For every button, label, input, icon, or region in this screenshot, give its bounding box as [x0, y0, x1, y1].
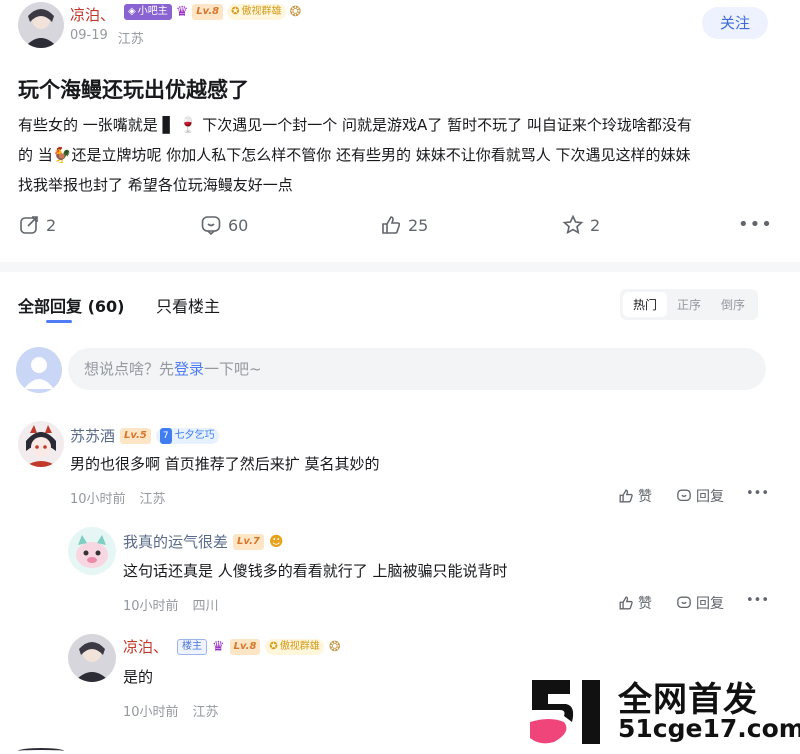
sort-hot[interactable]: 热门	[623, 292, 668, 317]
comment-reply-button[interactable]: 回复	[676, 486, 724, 506]
commenter-avatar[interactable]	[68, 634, 116, 682]
level-badge: Lv.7	[233, 533, 264, 550]
medal-icon: ✪	[231, 6, 240, 17]
next-comment-avatar	[18, 748, 64, 754]
reply-icon	[677, 489, 691, 502]
comment-text: 男的也很多啊 首页推荐了然后来扩 莫名其妙的	[70, 455, 380, 473]
diamond-icon: 7	[159, 427, 172, 444]
host-badge: 楼主	[177, 638, 208, 655]
event-badge: 7 七夕乞巧	[155, 427, 219, 444]
comment-text: 这句话还真是 人傻钱多的看看就行了 上脑被骗只能说背时	[123, 562, 508, 580]
post-content-line: 找我举报也封了 希望各位玩海鳗友好一点	[18, 176, 293, 194]
more-icon[interactable]: •••	[738, 214, 773, 235]
post-meta: 09-19 江苏	[70, 28, 144, 47]
title-badge: ✪ 傲视群雄	[227, 4, 286, 20]
tab-host-only[interactable]: 只看楼主	[156, 293, 220, 317]
watermark-url: 51cge17.com	[618, 714, 800, 743]
post-content-line: 有些女的 一张嘴就是 ▋ 🍷 下次遇见一个封一个 问就是游戏A了 暂时不玩了 叫…	[18, 116, 692, 134]
reply-icon	[677, 596, 691, 609]
tab-all-replies[interactable]: 全部回复 (60)	[18, 293, 124, 317]
comment-time: 10小时前	[123, 599, 179, 614]
sort-switch: 热门 正序 倒序	[620, 289, 759, 320]
comment-meta: 10小时前 江苏	[70, 488, 166, 507]
post-content-line: 的 当🐓还是立牌坊呢 你加人私下怎么样不管你 还有些男的 妹妹不让你看就骂人 下…	[18, 146, 691, 164]
author-name[interactable]: 凉泊、	[70, 4, 115, 25]
comment-button[interactable]: 60	[200, 214, 248, 236]
comment-time: 10小时前	[123, 705, 179, 720]
level-badge: Lv.5	[120, 427, 151, 444]
thumbs-up-icon	[382, 216, 401, 234]
post-title: 玩个海鳗还玩出优越感了	[18, 78, 249, 102]
comment-header: 凉泊、 楼主 ♛ Lv.8 ✪ 傲视群雄 ❂	[123, 636, 341, 657]
section-divider	[0, 262, 800, 272]
medal-icon: ✪	[269, 640, 278, 652]
tab-active-indicator	[46, 320, 72, 323]
login-link[interactable]: 登录	[174, 360, 204, 378]
crown-icon: ♛	[175, 4, 189, 20]
author-badges: ◈ 小吧主 ♛ Lv.8 ✪ 傲视群雄 ❂	[124, 4, 301, 20]
post-date: 09-19	[70, 28, 108, 43]
commenter-avatar[interactable]	[18, 421, 64, 467]
comment-time: 10小时前	[70, 492, 126, 507]
comment-header: 苏苏酒 Lv.5 7 七夕乞巧	[70, 425, 219, 446]
comment-like-button[interactable]: 赞	[618, 593, 652, 613]
favorite-count: 2	[590, 215, 601, 235]
comment-meta: 10小时前 四川	[123, 595, 219, 614]
emblem-icon: ❂	[289, 4, 302, 20]
reply-input[interactable]: 想说点啥？先登录一下吧~	[68, 348, 766, 390]
comment-location: 江苏	[139, 492, 166, 507]
commenter-name[interactable]: 我真的运气很差	[123, 531, 228, 552]
comment-more-icon[interactable]: •••	[746, 486, 769, 501]
comment-location: 江苏	[192, 705, 219, 720]
emoji-badge-icon: ☻	[268, 533, 284, 550]
sort-ascending[interactable]: 正序	[667, 292, 711, 317]
comment-count: 60	[228, 215, 249, 235]
watermark-logo	[524, 676, 608, 748]
post-location: 江苏	[117, 32, 144, 47]
star-icon	[562, 214, 584, 235]
commenter-avatar[interactable]	[68, 527, 116, 575]
crown-icon: ♛	[212, 638, 225, 655]
comment-like-button[interactable]: 赞	[618, 486, 652, 506]
watermark: 全网首发 51cge17.com	[524, 672, 800, 752]
bar-owner-badge: ◈ 小吧主	[124, 4, 172, 20]
like-button[interactable]: 25	[380, 214, 428, 236]
guest-avatar	[16, 347, 62, 393]
title-badge: ✪ 傲视群雄	[265, 638, 324, 655]
comment-icon	[201, 216, 221, 236]
favorite-button[interactable]: 2	[562, 214, 600, 236]
comment-reply-button[interactable]: 回复	[676, 593, 724, 613]
comment-text: 是的	[123, 668, 154, 686]
thumbs-up-icon	[619, 596, 633, 610]
share-icon	[20, 216, 38, 234]
author-avatar[interactable]	[18, 2, 64, 48]
share-button[interactable]: 2	[18, 214, 56, 236]
emblem-icon: ❂	[328, 638, 341, 655]
comment-header: 我真的运气很差 Lv.7 ☻	[123, 531, 283, 552]
thumbs-up-icon	[619, 489, 633, 503]
commenter-name[interactable]: 苏苏酒	[70, 425, 115, 446]
level-badge: Lv.8	[229, 638, 261, 655]
post-content: 有些女的 一张嘴就是 ▋ 🍷 下次遇见一个封一个 问就是游戏A了 暂时不玩了 叫…	[18, 110, 788, 200]
follow-button[interactable]: 关注	[702, 7, 768, 39]
comment-meta: 10小时前 江苏	[123, 701, 219, 720]
commenter-name[interactable]: 凉泊、	[123, 636, 168, 657]
comment-location: 四川	[192, 599, 219, 614]
level-badge: Lv.8	[192, 4, 224, 20]
bar-icon: ◈	[128, 6, 136, 17]
share-count: 2	[46, 215, 57, 235]
sort-descending[interactable]: 倒序	[711, 292, 755, 317]
like-count: 25	[408, 215, 429, 235]
comment-more-icon[interactable]: •••	[746, 593, 769, 608]
